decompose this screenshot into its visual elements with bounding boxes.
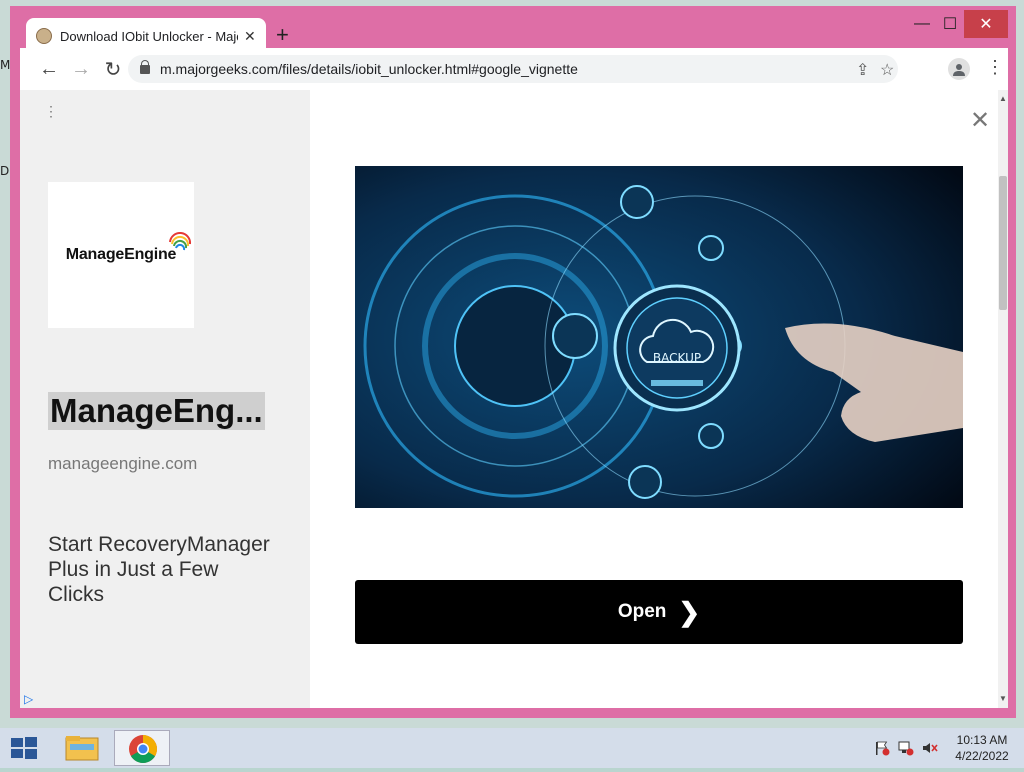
scroll-up-icon[interactable]: ▲ (999, 94, 1007, 103)
browser-window: — ☐ ✕ Download IObit Unlocker - Major ✕ … (10, 6, 1016, 718)
share-icon[interactable]: ⇪ (856, 60, 869, 80)
address-bar[interactable]: m.majorgeeks.com/files/details/iobit_unl… (128, 55, 898, 83)
ad-domain[interactable]: manageengine.com (48, 454, 197, 474)
desktop-icon-label: M (0, 58, 11, 72)
logo-rainbow-icon (169, 232, 192, 251)
adchoices-icon[interactable]: ▷ (24, 692, 33, 706)
bookmark-star-icon[interactable]: ☆ (880, 60, 894, 80)
page-scrollbar[interactable]: ▲ ▼ (998, 90, 1008, 708)
lock-icon (140, 59, 150, 74)
forward-button[interactable]: → (68, 56, 94, 82)
ad-description[interactable]: Start RecoveryManager Plus in Just a Few… (48, 532, 278, 607)
logo-text: ManageEngine (65, 246, 177, 263)
close-ad-icon[interactable]: ✕ (970, 106, 990, 135)
volume-muted-icon[interactable] (922, 740, 938, 759)
clock-date: 4/22/2022 (955, 749, 1009, 763)
taskbar: 10:13 AM 4/22/2022 (0, 728, 1024, 768)
ad-sidebar: ⋮ ManageEngine ManageEng... manageengine… (20, 90, 310, 708)
system-clock[interactable]: 10:13 AM 4/22/2022 (944, 732, 1020, 764)
chevron-right-icon: ❯ (678, 596, 701, 627)
open-button[interactable]: Open ❯ (355, 580, 963, 644)
action-center-flag-icon[interactable] (874, 740, 890, 759)
browser-toolbar: ← → ↻ m.majorgeeks.com/files/details/iob… (20, 48, 1008, 90)
desktop-icon-label: D (0, 164, 10, 178)
reload-button[interactable]: ↻ (100, 56, 126, 82)
profile-avatar-icon[interactable] (948, 58, 970, 80)
scroll-down-icon[interactable]: ▼ (999, 694, 1007, 703)
maximize-button[interactable]: ☐ (932, 10, 968, 38)
scrollbar-thumb[interactable] (999, 176, 1007, 310)
open-button-label: Open (617, 601, 667, 622)
windows-start-icon[interactable] (10, 736, 38, 760)
url-text[interactable]: m.majorgeeks.com/files/details/iobit_unl… (160, 61, 578, 77)
back-button[interactable]: ← (36, 56, 62, 82)
network-icon[interactable] (898, 740, 914, 759)
browser-menu-icon[interactable]: ⋮ (986, 57, 1004, 78)
tab-close-icon[interactable]: ✕ (244, 28, 256, 45)
ad-options-icon[interactable]: ⋮ (44, 104, 58, 118)
backup-label: BACKUP (653, 351, 701, 365)
ad-hero-image[interactable]: BACKUP (355, 166, 963, 508)
chrome-icon[interactable] (114, 730, 170, 766)
ad-title[interactable]: ManageEng... (48, 392, 265, 430)
new-tab-button[interactable]: + (276, 24, 289, 46)
close-window-button[interactable]: ✕ (964, 10, 1008, 38)
tab-title: Download IObit Unlocker - Major (60, 28, 238, 44)
clock-time: 10:13 AM (956, 733, 1008, 747)
advertiser-logo[interactable]: ManageEngine (48, 182, 194, 328)
file-explorer-icon[interactable] (54, 730, 110, 766)
page-content: ⋮ ManageEngine ManageEng... manageengine… (20, 90, 1008, 708)
favicon-icon (36, 28, 52, 44)
